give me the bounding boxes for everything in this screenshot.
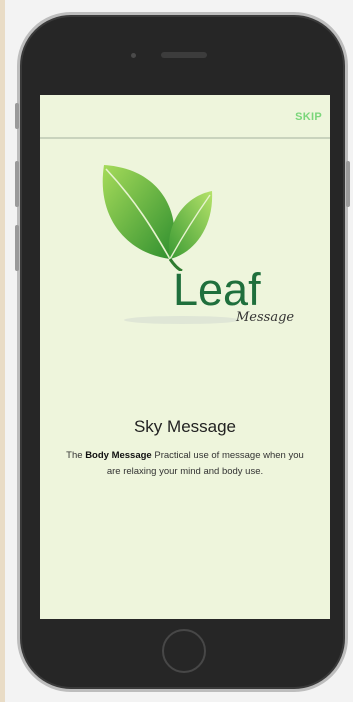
desc-prefix: The xyxy=(66,450,86,461)
mute-switch xyxy=(15,225,19,271)
intro-description: The Body Message Practical use of messag… xyxy=(60,448,310,480)
volume-up-button xyxy=(15,103,19,129)
top-bar: SKIP xyxy=(40,95,330,139)
volume-down-button xyxy=(15,161,19,207)
logo-subtitle: Message xyxy=(236,310,295,325)
intro-title: Sky Message xyxy=(133,417,237,436)
desc-bold: Body Message xyxy=(85,450,152,461)
skip-button[interactable]: SKIP xyxy=(295,111,322,123)
logo-underline-shadow xyxy=(124,316,240,324)
home-button[interactable] xyxy=(162,629,206,673)
leaf-logo-icon xyxy=(102,165,213,271)
logo-wordmark: Leaf xyxy=(173,264,261,315)
earpiece-speaker xyxy=(161,52,207,58)
front-camera xyxy=(131,53,136,58)
app-screen: SKIP Leaf Message Sky Message The Body M… xyxy=(40,95,330,619)
phone-frame: SKIP Leaf Message Sky Message The Body M… xyxy=(15,12,350,692)
power-button xyxy=(346,161,350,207)
